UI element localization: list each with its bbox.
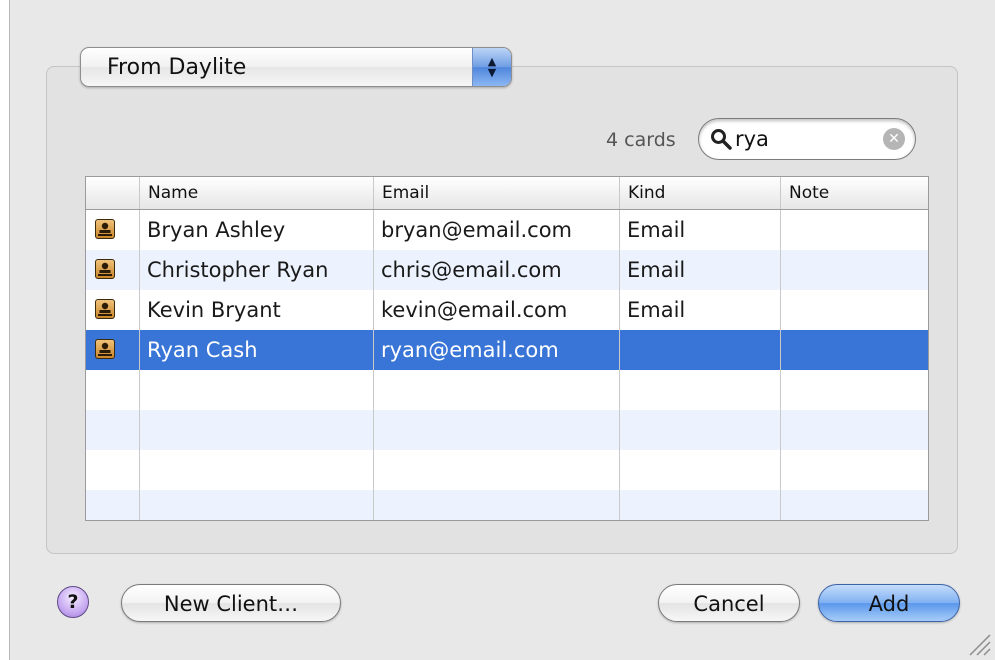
search-icon bbox=[711, 129, 732, 150]
column-divider bbox=[373, 210, 374, 520]
clients-table[interactable]: Name Email Kind Note Bryan Ashley bryan@… bbox=[85, 176, 929, 521]
empty-row bbox=[86, 370, 928, 410]
table-row[interactable]: Christopher Ryan chris@email.com Email bbox=[86, 250, 928, 290]
cell-kind bbox=[619, 330, 780, 370]
table-row[interactable]: Bryan Ashley bryan@email.com Email bbox=[86, 210, 928, 250]
cell-note bbox=[780, 330, 928, 370]
cell-email: bryan@email.com bbox=[381, 218, 573, 242]
arrow-down-icon: ▼ bbox=[487, 66, 497, 79]
contact-card-icon bbox=[95, 299, 115, 319]
cell-name: Kevin Bryant bbox=[147, 298, 281, 322]
contact-card-icon bbox=[95, 339, 115, 359]
column-header-kind[interactable]: Kind bbox=[619, 177, 780, 209]
cancel-button[interactable]: Cancel bbox=[658, 584, 800, 622]
cell-email: kevin@email.com bbox=[381, 298, 568, 322]
results-count: 4 cards bbox=[606, 129, 676, 151]
contact-card-icon bbox=[95, 219, 115, 239]
cell-name: Bryan Ashley bbox=[147, 218, 286, 242]
cell-name: Ryan Cash bbox=[147, 338, 258, 362]
help-button[interactable]: ? bbox=[57, 586, 89, 618]
new-client-button[interactable]: New Client… bbox=[121, 584, 341, 622]
search-field[interactable]: ✕ bbox=[698, 118, 916, 160]
popup-arrows-icon: ▲ ▼ bbox=[472, 48, 511, 86]
column-divider bbox=[780, 210, 781, 520]
column-header-note[interactable]: Note bbox=[780, 177, 928, 209]
source-popup-label: From Daylite bbox=[107, 54, 247, 80]
column-header-name[interactable]: Name bbox=[139, 177, 373, 209]
cell-email: ryan@email.com bbox=[381, 338, 559, 362]
column-divider bbox=[619, 210, 620, 520]
clear-search-icon[interactable]: ✕ bbox=[883, 128, 905, 150]
contact-card-icon bbox=[95, 259, 115, 279]
empty-row bbox=[86, 410, 928, 450]
table-row[interactable]: Kevin Bryant kevin@email.com Email bbox=[86, 290, 928, 330]
column-header-email[interactable]: Email bbox=[373, 177, 619, 209]
cell-note bbox=[780, 210, 928, 250]
cell-note bbox=[780, 250, 928, 290]
column-divider bbox=[139, 210, 140, 520]
cell-name: Christopher Ryan bbox=[147, 258, 329, 282]
resize-grip-icon[interactable] bbox=[962, 627, 992, 657]
cell-kind: Email bbox=[627, 258, 686, 282]
empty-row bbox=[86, 450, 928, 490]
cell-kind: Email bbox=[627, 218, 686, 242]
cell-email: chris@email.com bbox=[381, 258, 562, 282]
table-row-selected[interactable]: Ryan Cash ryan@email.com bbox=[86, 330, 928, 370]
cell-note bbox=[780, 290, 928, 330]
search-input[interactable] bbox=[735, 125, 875, 153]
column-header-icon[interactable] bbox=[86, 177, 139, 209]
table-header: Name Email Kind Note bbox=[86, 177, 928, 210]
source-popup-button[interactable]: From Daylite ▲ ▼ bbox=[80, 47, 512, 87]
cell-kind: Email bbox=[627, 298, 686, 322]
add-button[interactable]: Add bbox=[818, 584, 960, 622]
empty-row bbox=[86, 490, 928, 520]
